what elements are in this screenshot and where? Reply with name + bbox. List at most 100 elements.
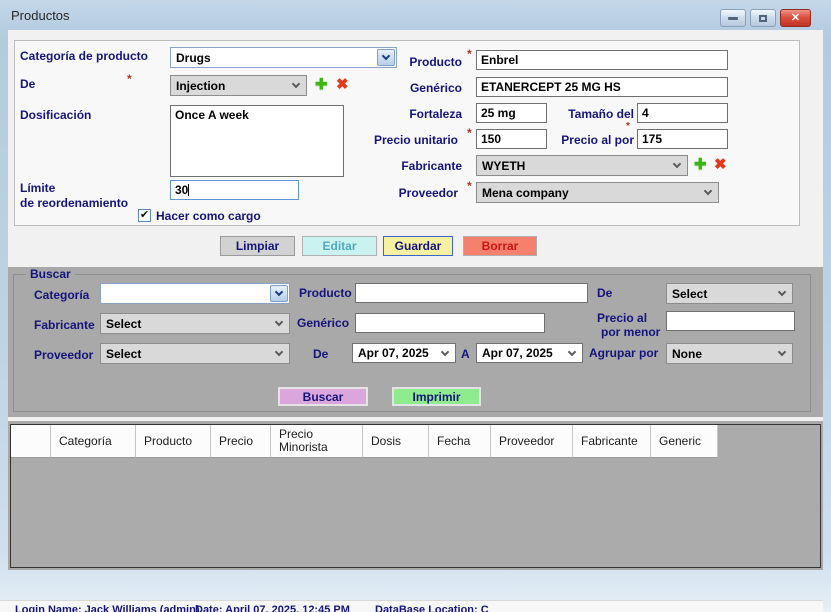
- search-type-label: De: [597, 286, 612, 300]
- search-supplier-combo[interactable]: Select: [100, 343, 290, 364]
- minimize-button[interactable]: [720, 9, 746, 27]
- generic-label: Genérico: [346, 81, 462, 95]
- status-login: Login Name: Jack Williams (admin): [15, 604, 200, 612]
- search-generic-label: Genérico: [297, 316, 349, 330]
- reorder-limit-input[interactable]: 30: [170, 180, 299, 200]
- search-type-combo[interactable]: Select: [666, 283, 793, 304]
- search-retail-label-line1: Precio al: [597, 311, 647, 325]
- retail-price-label: Precio al por: [548, 133, 634, 147]
- chevron-down-icon: [275, 318, 283, 326]
- pack-size-input[interactable]: 4: [637, 103, 728, 123]
- grid-column-precio-minorista[interactable]: Precio Minorista: [271, 425, 363, 458]
- search-retail-input[interactable]: [666, 311, 795, 331]
- date-to-value: Apr 07, 2025: [482, 346, 553, 360]
- dosage-label: Dosificación: [20, 108, 91, 122]
- chevron-down-icon: [568, 347, 576, 355]
- close-button[interactable]: ✕: [780, 9, 811, 27]
- search-manufacturer-combo[interactable]: Select: [100, 313, 290, 334]
- search-manufacturer-combo-value: Select: [106, 317, 141, 331]
- delete-manufacturer-icon[interactable]: ✖: [714, 157, 727, 172]
- dosage-textarea[interactable]: Once A week: [170, 105, 344, 177]
- search-generic-input[interactable]: [355, 313, 545, 333]
- productos-window: Productos ✕ Categoría de producto Drugs …: [0, 0, 831, 612]
- type-label: De: [20, 77, 35, 91]
- date-to-picker[interactable]: Apr 07, 2025: [476, 343, 583, 363]
- search-category-combo[interactable]: [100, 283, 290, 304]
- results-grid-header: Categoría Producto Precio Precio Minoris…: [11, 425, 820, 458]
- charge-checkbox[interactable]: ✔: [138, 209, 151, 222]
- chevron-down-icon: [292, 80, 300, 88]
- text-caret: [188, 184, 189, 196]
- search-supplier-combo-value: Select: [106, 347, 141, 361]
- delete-button[interactable]: Borrar: [463, 236, 537, 256]
- strength-input[interactable]: 25 mg: [476, 103, 547, 123]
- search-type-combo-value: Select: [672, 287, 707, 301]
- strength-label: Fortaleza: [346, 107, 462, 121]
- window-title: Productos: [11, 8, 70, 23]
- supplier-combo-value: Mena company: [482, 186, 569, 200]
- retail-price-required-mark: *: [626, 121, 630, 132]
- supplier-combo[interactable]: Mena company: [476, 182, 719, 203]
- date-from-value: Apr 07, 2025: [358, 346, 429, 360]
- date-from-picker[interactable]: Apr 07, 2025: [352, 343, 456, 363]
- grid-column-proveedor[interactable]: Proveedor: [491, 425, 573, 458]
- grid-column-categoria[interactable]: Categoría: [51, 425, 136, 458]
- search-date-to-label: A: [461, 347, 470, 361]
- grid-column-fecha[interactable]: Fecha: [429, 425, 491, 458]
- search-groupbox-title: Buscar: [26, 267, 75, 281]
- unit-price-label: Precio unitario: [342, 133, 458, 147]
- edit-button[interactable]: Editar: [302, 236, 377, 256]
- reorder-label-line2: de reordenamiento: [20, 196, 128, 210]
- search-product-label: Producto: [299, 286, 352, 300]
- search-button[interactable]: Buscar: [278, 387, 368, 406]
- grid-column-dosis[interactable]: Dosis: [363, 425, 429, 458]
- maximize-button[interactable]: [750, 9, 776, 27]
- status-bar: Login Name: Jack Williams (admin) Date: …: [0, 600, 823, 612]
- grid-column-producto[interactable]: Producto: [136, 425, 211, 458]
- chevron-down-icon: [275, 288, 283, 296]
- search-product-input[interactable]: [355, 283, 588, 303]
- manufacturer-combo-value: WYETH: [482, 159, 525, 173]
- generic-input[interactable]: ETANERCEPT 25 MG HS: [476, 77, 728, 97]
- grid-column-generic[interactable]: Generic: [651, 425, 718, 458]
- group-by-combo[interactable]: None: [666, 343, 793, 364]
- product-required-mark: *: [467, 47, 472, 61]
- maximize-icon: [759, 15, 767, 22]
- search-category-label: Categoría: [34, 288, 89, 302]
- close-icon: ✕: [791, 13, 800, 24]
- search-supplier-label: Proveedor: [34, 348, 93, 362]
- product-input[interactable]: Enbrel: [476, 50, 728, 70]
- group-by-label: Agrupar por: [589, 346, 658, 360]
- print-button[interactable]: Imprimir: [392, 387, 481, 406]
- type-required-mark: *: [127, 72, 132, 86]
- bottom-glass-band: [0, 570, 831, 600]
- results-grid: Categoría Producto Precio Precio Minoris…: [10, 424, 821, 568]
- add-manufacturer-icon[interactable]: ✚: [694, 157, 707, 172]
- pack-size-label: Tamaño del: [548, 107, 634, 121]
- manufacturer-combo[interactable]: WYETH: [476, 155, 688, 176]
- grid-row-selector-header[interactable]: [11, 425, 51, 458]
- save-button[interactable]: Guardar: [383, 236, 453, 256]
- unit-price-input[interactable]: 150: [476, 129, 547, 149]
- chevron-down-icon: [704, 187, 712, 195]
- retail-price-input[interactable]: 175: [637, 129, 728, 149]
- chevron-down-icon: [673, 160, 681, 168]
- chevron-down-icon: [275, 348, 283, 356]
- chevron-down-icon: [441, 347, 449, 355]
- search-manufacturer-label: Fabricante: [34, 318, 95, 332]
- clear-button[interactable]: Limpiar: [220, 236, 295, 256]
- product-label: Producto: [346, 55, 462, 69]
- grid-column-fabricante[interactable]: Fabricante: [573, 425, 651, 458]
- type-combo[interactable]: Injection: [170, 75, 307, 96]
- search-category-combo-dropdown[interactable]: [270, 285, 288, 302]
- charge-checkbox-label: Hacer como cargo: [156, 209, 261, 223]
- reorder-label-line1: Límite: [20, 181, 55, 195]
- category-label: Categoría de producto: [20, 49, 148, 63]
- check-icon: ✔: [140, 210, 149, 221]
- grid-column-precio[interactable]: Precio: [211, 425, 271, 458]
- add-type-icon[interactable]: ✚: [315, 77, 328, 92]
- supplier-label: Proveedor: [342, 186, 458, 200]
- search-date-from-label: De: [313, 347, 328, 361]
- type-combo-value: Injection: [176, 79, 225, 93]
- status-database: DataBase Location: C: [375, 604, 489, 612]
